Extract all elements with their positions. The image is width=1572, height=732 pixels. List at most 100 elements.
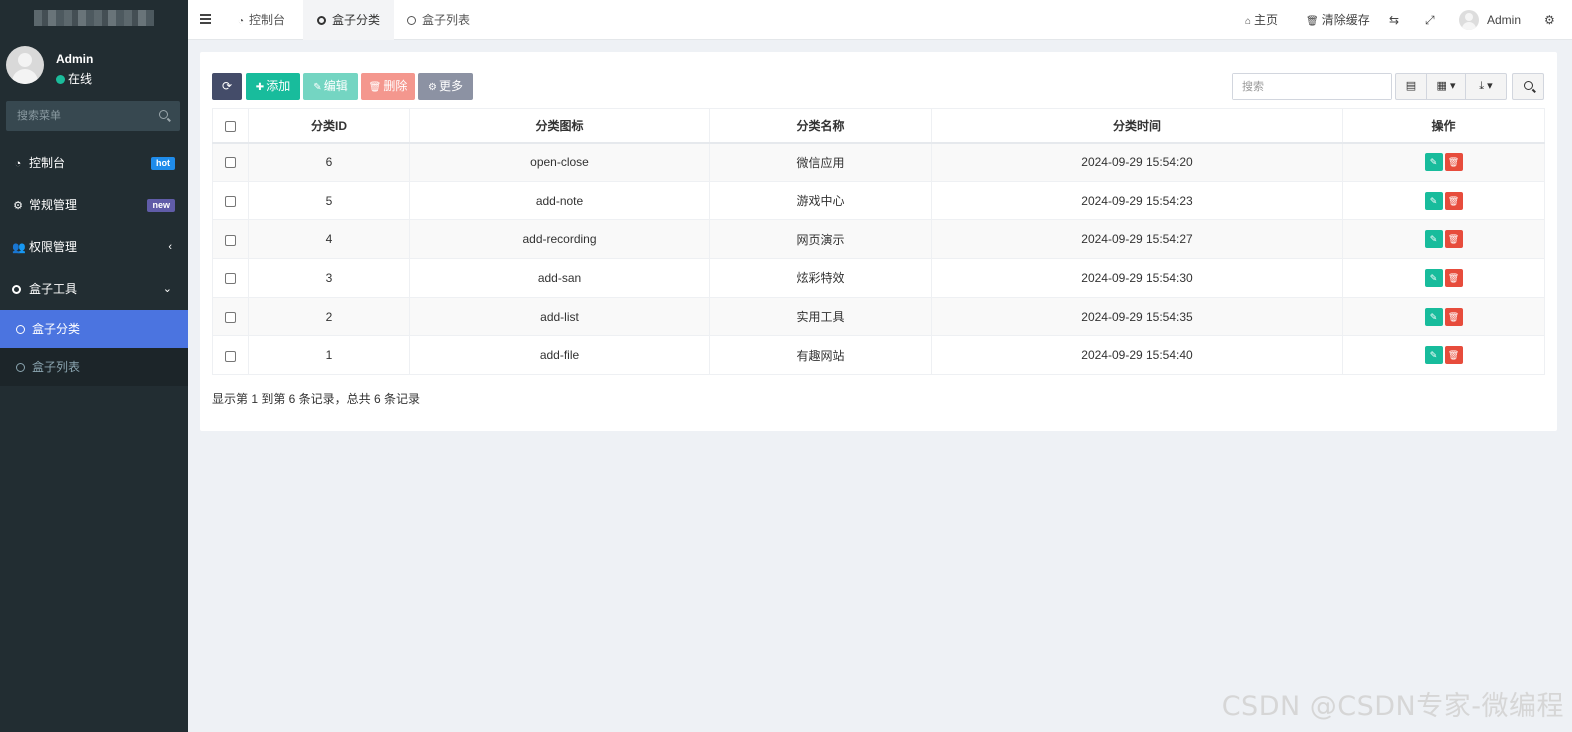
cell-actions: ✎ 🗑 (1342, 180, 1545, 221)
cell-id: 6 (248, 142, 410, 182)
delete-button[interactable]: 🗑 删除 (361, 73, 415, 100)
select-all-checkbox[interactable] (225, 120, 236, 132)
sidebar-item-box-category[interactable]: 盒子分类 (0, 310, 188, 348)
grid-icon: ▦ ▾ (1436, 80, 1456, 92)
row-edit-button[interactable]: ✎ (1424, 268, 1443, 287)
row-checkbox[interactable] (225, 350, 236, 362)
row-checkbox[interactable] (225, 273, 236, 285)
row-delete-button[interactable]: 🗑 (1444, 191, 1463, 210)
cell-icon: add-file (409, 335, 710, 376)
cell-icon: add-list (409, 296, 710, 337)
cell-name: 网页演示 (709, 219, 932, 260)
advanced-search-button[interactable] (1512, 73, 1544, 100)
cell-time: 2024-09-29 15:54:30 (931, 258, 1343, 298)
cell-actions: ✎ 🗑 (1342, 219, 1545, 260)
sidebar-menu: ◔ 控制台 hot ⚙ 常规管理 new 👥 权限管理 ‹ 盒子工具 ⌄ 盒子分类 盒… (0, 142, 188, 386)
language-icon[interactable]: ⇆ (1389, 0, 1399, 40)
box-tools-submenu: 盒子分类 盒子列表 (0, 310, 188, 386)
header-actions: 操作 (1342, 108, 1545, 144)
tab-box-list[interactable]: 盒子列表 (393, 0, 484, 40)
cell-id: 4 (248, 219, 410, 260)
logo[interactable] (0, 0, 188, 40)
clear-cache-link[interactable]: 🗑 清除缓存 (1306, 0, 1370, 40)
select-all-cell (212, 108, 249, 144)
table-search-input[interactable] (1233, 74, 1391, 99)
cell-time: 2024-09-29 15:54:40 (931, 335, 1343, 376)
row-checkbox[interactable] (225, 195, 236, 207)
cell-id: 1 (248, 335, 410, 376)
hot-badge: hot (151, 157, 175, 170)
trash-icon: 🗑 (1306, 16, 1319, 27)
sidebar-item-box-tools[interactable]: 盒子工具 ⌄ (0, 268, 188, 310)
more-button[interactable]: ⚙ 更多 (418, 73, 473, 100)
circle-icon (12, 285, 21, 294)
add-button[interactable]: ✚ 添加 (246, 73, 300, 100)
sidebar-item-permissions[interactable]: 👥 权限管理 ‹ (0, 226, 188, 268)
logo-blurred (34, 10, 154, 26)
row-edit-button[interactable]: ✎ (1424, 153, 1443, 172)
top-avatar[interactable] (1459, 10, 1479, 30)
cell-time: 2024-09-29 15:54:27 (931, 219, 1343, 260)
content-panel: ⟳ ✚添加 ✎编辑 🗑删除 ⚙更多 ▤ ▦ ▾ ⤓ ▾ 分类ID 分类图标 分类… (200, 52, 1557, 431)
menu-search-input[interactable] (6, 101, 146, 131)
new-badge: new (147, 199, 175, 212)
fullscreen-icon[interactable]: ⤢ (1425, 0, 1435, 40)
row-delete-button[interactable]: 🗑 (1444, 153, 1463, 172)
sidebar-search (6, 101, 180, 131)
toggle-view-button[interactable]: ▤ (1396, 74, 1427, 99)
header-name[interactable]: 分类名称 (709, 108, 932, 144)
sidebar-item-general[interactable]: ⚙ 常规管理 new (0, 184, 188, 226)
cell-actions: ✎ 🗑 (1342, 142, 1545, 182)
home-link[interactable]: ⌂ 主页 (1245, 0, 1278, 40)
tab-dashboard[interactable]: ◔ 控制台 (224, 0, 299, 40)
cell-name: 实用工具 (709, 296, 932, 337)
table-row[interactable]: 3 add-san 炫彩特效 2024-09-29 15:54:30 ✎ 🗑 (212, 258, 1545, 298)
row-delete-button[interactable]: 🗑 (1444, 230, 1463, 249)
top-user-name[interactable]: Admin (1487, 0, 1521, 40)
settings-icon[interactable]: ⚙ (1544, 0, 1555, 40)
header-time[interactable]: 分类时间 (931, 108, 1343, 144)
cell-name: 游戏中心 (709, 180, 932, 221)
circle-icon (317, 16, 326, 25)
table-row[interactable]: 1 add-file 有趣网站 2024-09-29 15:54:40 ✎ 🗑 (212, 335, 1545, 376)
row-edit-button[interactable]: ✎ (1424, 307, 1443, 326)
circle-icon (407, 16, 416, 25)
row-delete-button[interactable]: 🗑 (1444, 307, 1463, 326)
export-icon: ⤓ ▾ (1479, 80, 1493, 92)
edit-button[interactable]: ✎ 编辑 (303, 73, 358, 100)
export-button[interactable]: ⤓ ▾ (1466, 74, 1506, 99)
pagination-info: 显示第 1 到第 6 条记录，总共 6 条记录 (212, 392, 421, 406)
tab-box-category[interactable]: 盒子分类 (303, 0, 395, 40)
chevron-down-icon: ⌄ (162, 283, 172, 295)
trash-icon: 🗑 (368, 82, 382, 93)
cell-icon: add-recording (409, 219, 710, 260)
header-id[interactable]: 分类ID (248, 108, 410, 144)
menu-toggle-icon[interactable] (200, 14, 211, 24)
row-delete-button[interactable]: 🗑 (1444, 268, 1463, 287)
plus-icon: ✚ (255, 82, 265, 93)
row-edit-button[interactable]: ✎ (1424, 346, 1443, 365)
cell-actions: ✎ 🗑 (1342, 296, 1545, 337)
refresh-button[interactable]: ⟳ (212, 73, 242, 100)
header-icon[interactable]: 分类图标 (409, 108, 710, 144)
user-status: 在线 (56, 70, 92, 87)
columns-button[interactable]: ▦ ▾ (1427, 74, 1466, 99)
table-row[interactable]: 4 add-recording 网页演示 2024-09-29 15:54:27… (212, 219, 1545, 260)
user-name: Admin (56, 52, 94, 66)
table-row[interactable]: 5 add-note 游戏中心 2024-09-29 15:54:23 ✎ 🗑 (212, 180, 1545, 221)
row-checkbox[interactable] (225, 311, 236, 323)
users-icon: 👥 (12, 242, 26, 254)
row-checkbox[interactable] (225, 157, 236, 169)
sidebar-item-dashboard[interactable]: ◔ 控制台 hot (0, 142, 188, 184)
row-edit-button[interactable]: ✎ (1424, 191, 1443, 210)
row-delete-button[interactable]: 🗑 (1444, 346, 1463, 365)
list-icon: ▤ (1405, 80, 1417, 92)
table-header-row: 分类ID 分类图标 分类名称 分类时间 操作 (212, 108, 1545, 144)
table-row[interactable]: 2 add-list 实用工具 2024-09-29 15:54:35 ✎ 🗑 (212, 296, 1545, 337)
row-edit-button[interactable]: ✎ (1424, 230, 1443, 249)
sidebar-item-box-list[interactable]: 盒子列表 (0, 348, 188, 386)
circle-icon (16, 363, 25, 372)
table-row[interactable]: 6 open-close 微信应用 2024-09-29 15:54:20 ✎ 🗑 (212, 142, 1545, 182)
search-icon[interactable] (159, 110, 168, 119)
row-checkbox[interactable] (225, 234, 236, 246)
